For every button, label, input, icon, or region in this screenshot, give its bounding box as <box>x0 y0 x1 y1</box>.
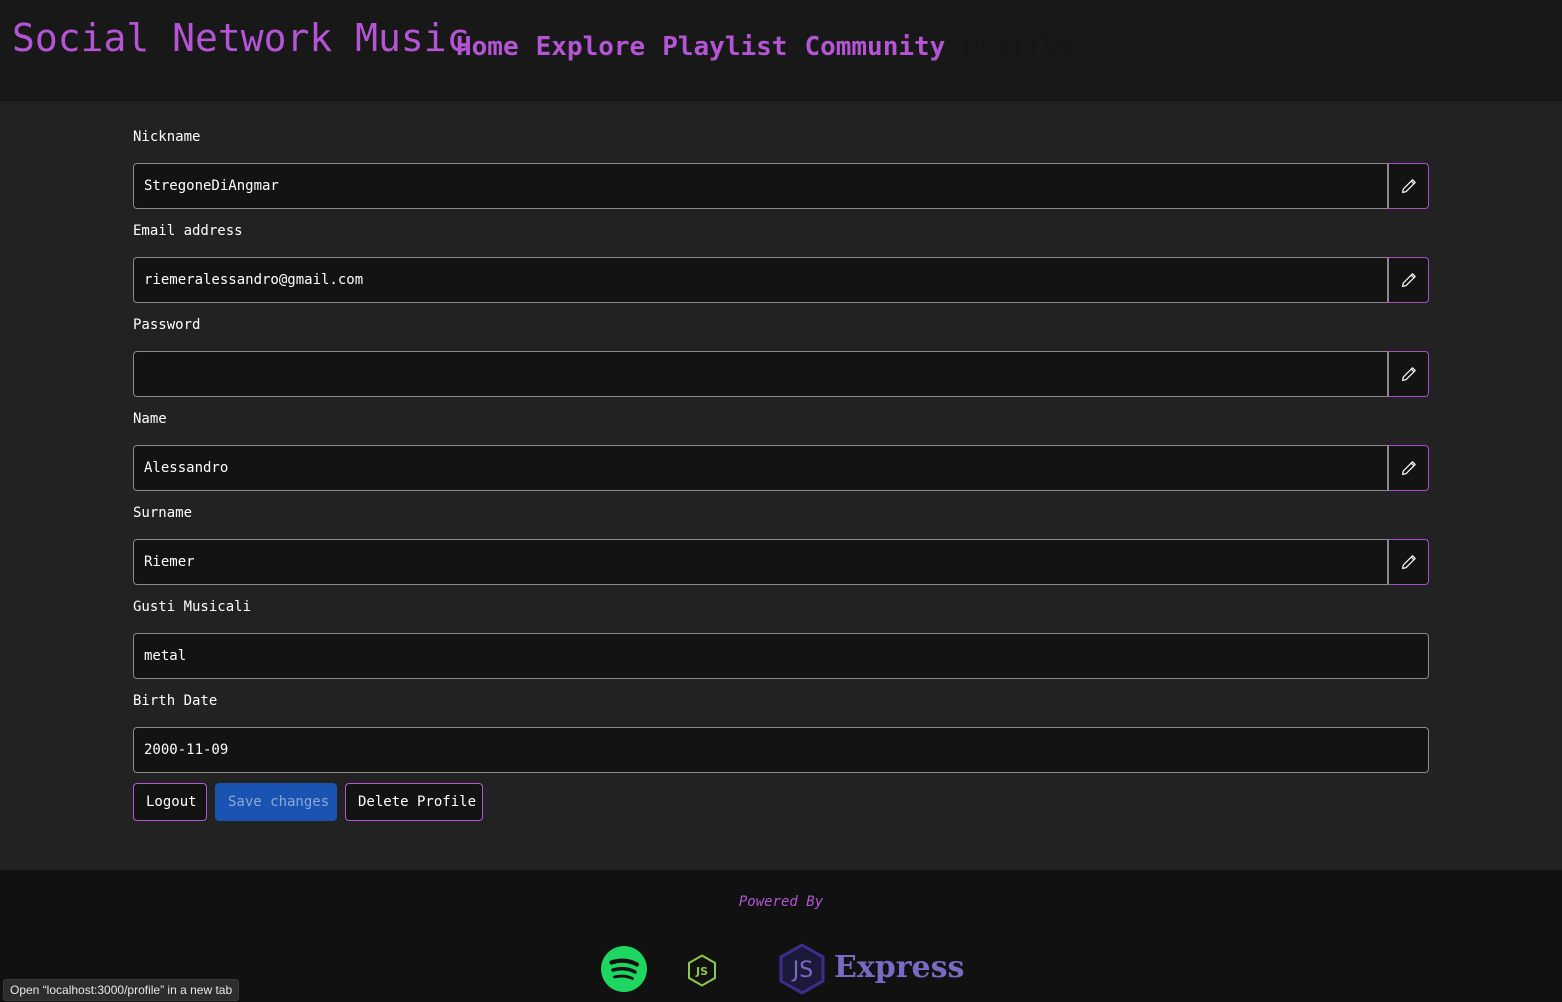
pencil-icon <box>1401 273 1416 287</box>
brand-title[interactable]: Social Network Music <box>12 16 470 60</box>
nav-link-home[interactable]: Home <box>456 32 519 62</box>
name-edit-button[interactable] <box>1388 445 1429 491</box>
password-label: Password <box>133 317 201 333</box>
email-label: Email address <box>133 223 243 239</box>
express-logo-text: Express <box>834 950 965 985</box>
nav-link-profile[interactable]: Profile <box>962 32 1072 62</box>
nickname-edit-button[interactable] <box>1388 163 1429 209</box>
email-input-group <box>133 257 1429 303</box>
name-label: Name <box>133 411 167 427</box>
name-input[interactable] <box>133 445 1388 491</box>
delete-profile-button[interactable]: Delete Profile <box>345 783 483 821</box>
express-logo: JS <box>779 943 825 995</box>
password-field-group: Password <box>133 315 1429 397</box>
email-input[interactable] <box>133 257 1388 303</box>
pencil-icon <box>1401 555 1416 569</box>
nickname-input[interactable] <box>133 163 1388 209</box>
pencil-icon <box>1401 179 1416 193</box>
status-bar-link-preview: Open “localhost:3000/profile” in a new t… <box>3 979 240 1001</box>
name-input-group <box>133 445 1429 491</box>
svg-text:JS: JS <box>695 965 708 978</box>
birth-date-field-group: Birth Date <box>133 691 1429 773</box>
gusti-musicali-label: Gusti Musicali <box>133 599 252 615</box>
surname-input-group <box>133 539 1429 585</box>
surname-field-group: Surname <box>133 503 1429 585</box>
nodejs-logo: JS <box>688 954 716 987</box>
form-actions: Logout Save changes Delete Profile <box>133 783 483 821</box>
nav-link-community[interactable]: Community <box>804 32 945 62</box>
nav-link-explore[interactable]: Explore <box>536 32 646 62</box>
password-edit-button[interactable] <box>1388 351 1429 397</box>
gusti-musicali-input-group <box>133 633 1429 679</box>
powered-by-label: Powered By <box>738 894 824 910</box>
gusti-musicali-field-group: Gusti Musicali <box>133 597 1429 679</box>
save-changes-button[interactable]: Save changes <box>215 783 337 821</box>
profile-form: Nickname Email address Password Name <box>0 101 1562 870</box>
svg-text:JS: JS <box>791 958 813 983</box>
spotify-logo <box>601 946 647 992</box>
nav-link-playlist[interactable]: Playlist <box>662 32 787 62</box>
pencil-icon <box>1401 461 1416 475</box>
navbar: Social Network Music Home Explore Playli… <box>0 0 1562 100</box>
name-field-group: Name <box>133 409 1429 491</box>
logout-button[interactable]: Logout <box>133 783 207 821</box>
surname-label: Surname <box>133 505 193 521</box>
password-input[interactable] <box>133 351 1388 397</box>
surname-input[interactable] <box>133 539 1388 585</box>
pencil-icon <box>1401 367 1416 381</box>
nickname-field-group: Nickname <box>133 127 1429 209</box>
nickname-label: Nickname <box>133 129 201 145</box>
birth-date-input-group <box>133 727 1429 773</box>
email-field-group: Email address <box>133 221 1429 303</box>
nickname-input-group <box>133 163 1429 209</box>
gusti-musicali-input[interactable] <box>133 633 1429 679</box>
nav-links: Home Explore Playlist Community Profile <box>456 32 1072 62</box>
email-edit-button[interactable] <box>1388 257 1429 303</box>
birth-date-input[interactable] <box>133 727 1429 773</box>
birth-date-label: Birth Date <box>133 693 218 709</box>
password-input-group <box>133 351 1429 397</box>
surname-edit-button[interactable] <box>1388 539 1429 585</box>
